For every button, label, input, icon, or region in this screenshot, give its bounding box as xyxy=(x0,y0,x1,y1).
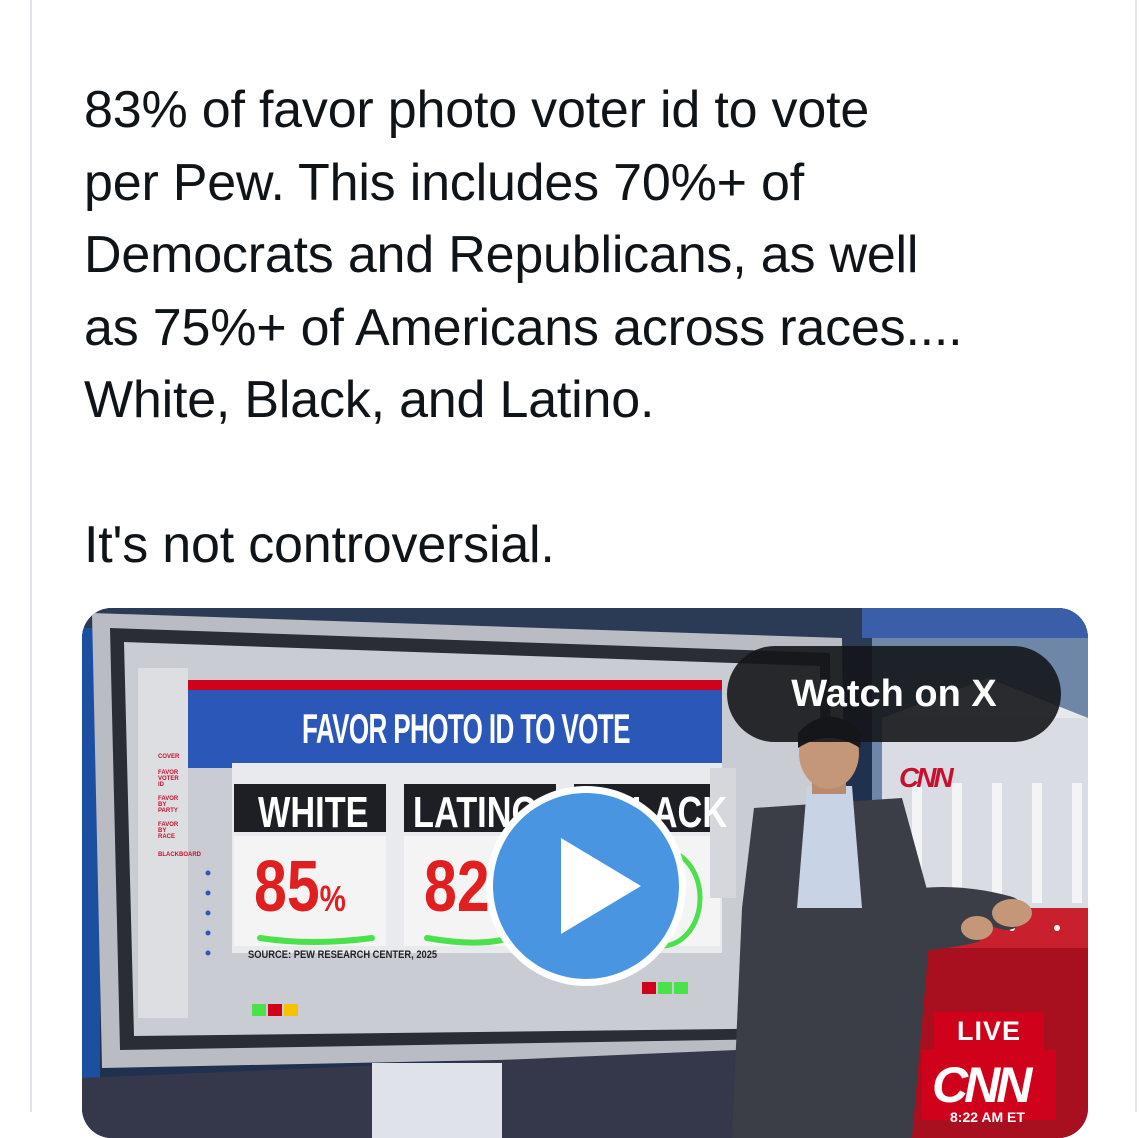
screen-menu-item: FAVOR BY PARTY xyxy=(158,796,179,814)
video-media[interactable]: FAVOR PHOTO ID TO VOTE WHITE LATINO BLAC… xyxy=(82,608,1088,1138)
play-icon xyxy=(561,838,641,934)
watch-on-x-button[interactable]: Watch on X xyxy=(727,646,1061,742)
cnn-wall-logo: CNN xyxy=(899,762,954,793)
screen-menu-item: FAVOR BY RACE xyxy=(158,822,179,840)
screen-menu-item: COVER xyxy=(158,754,180,760)
play-button[interactable] xyxy=(486,786,686,986)
screen-value-latino: 82 xyxy=(424,847,490,927)
cnn-logo: CNN xyxy=(932,1057,1032,1113)
live-badge: LIVE xyxy=(934,1012,1044,1050)
right-divider xyxy=(1135,0,1137,1112)
screen-menu-item: FAVOR VOTER ID xyxy=(158,770,179,788)
screen-column-white: WHITE xyxy=(258,788,369,837)
left-divider xyxy=(30,0,32,1112)
screen-value-white: 85% xyxy=(254,847,346,927)
broadcast-time: 8:22 AM ET xyxy=(950,1109,1025,1125)
screen-source: SOURCE: PEW RESEARCH CENTER, 2025 xyxy=(248,949,438,961)
play-circle xyxy=(493,793,679,979)
cnn-bug: CNN 8:22 AM ET xyxy=(922,1050,1056,1125)
screen-menu-item: BLACKBOARD xyxy=(158,852,201,858)
screen-title: FAVOR PHOTO ID TO VOTE xyxy=(302,705,630,752)
post-text: 83% of favor photo voter id to vote per … xyxy=(84,81,963,574)
